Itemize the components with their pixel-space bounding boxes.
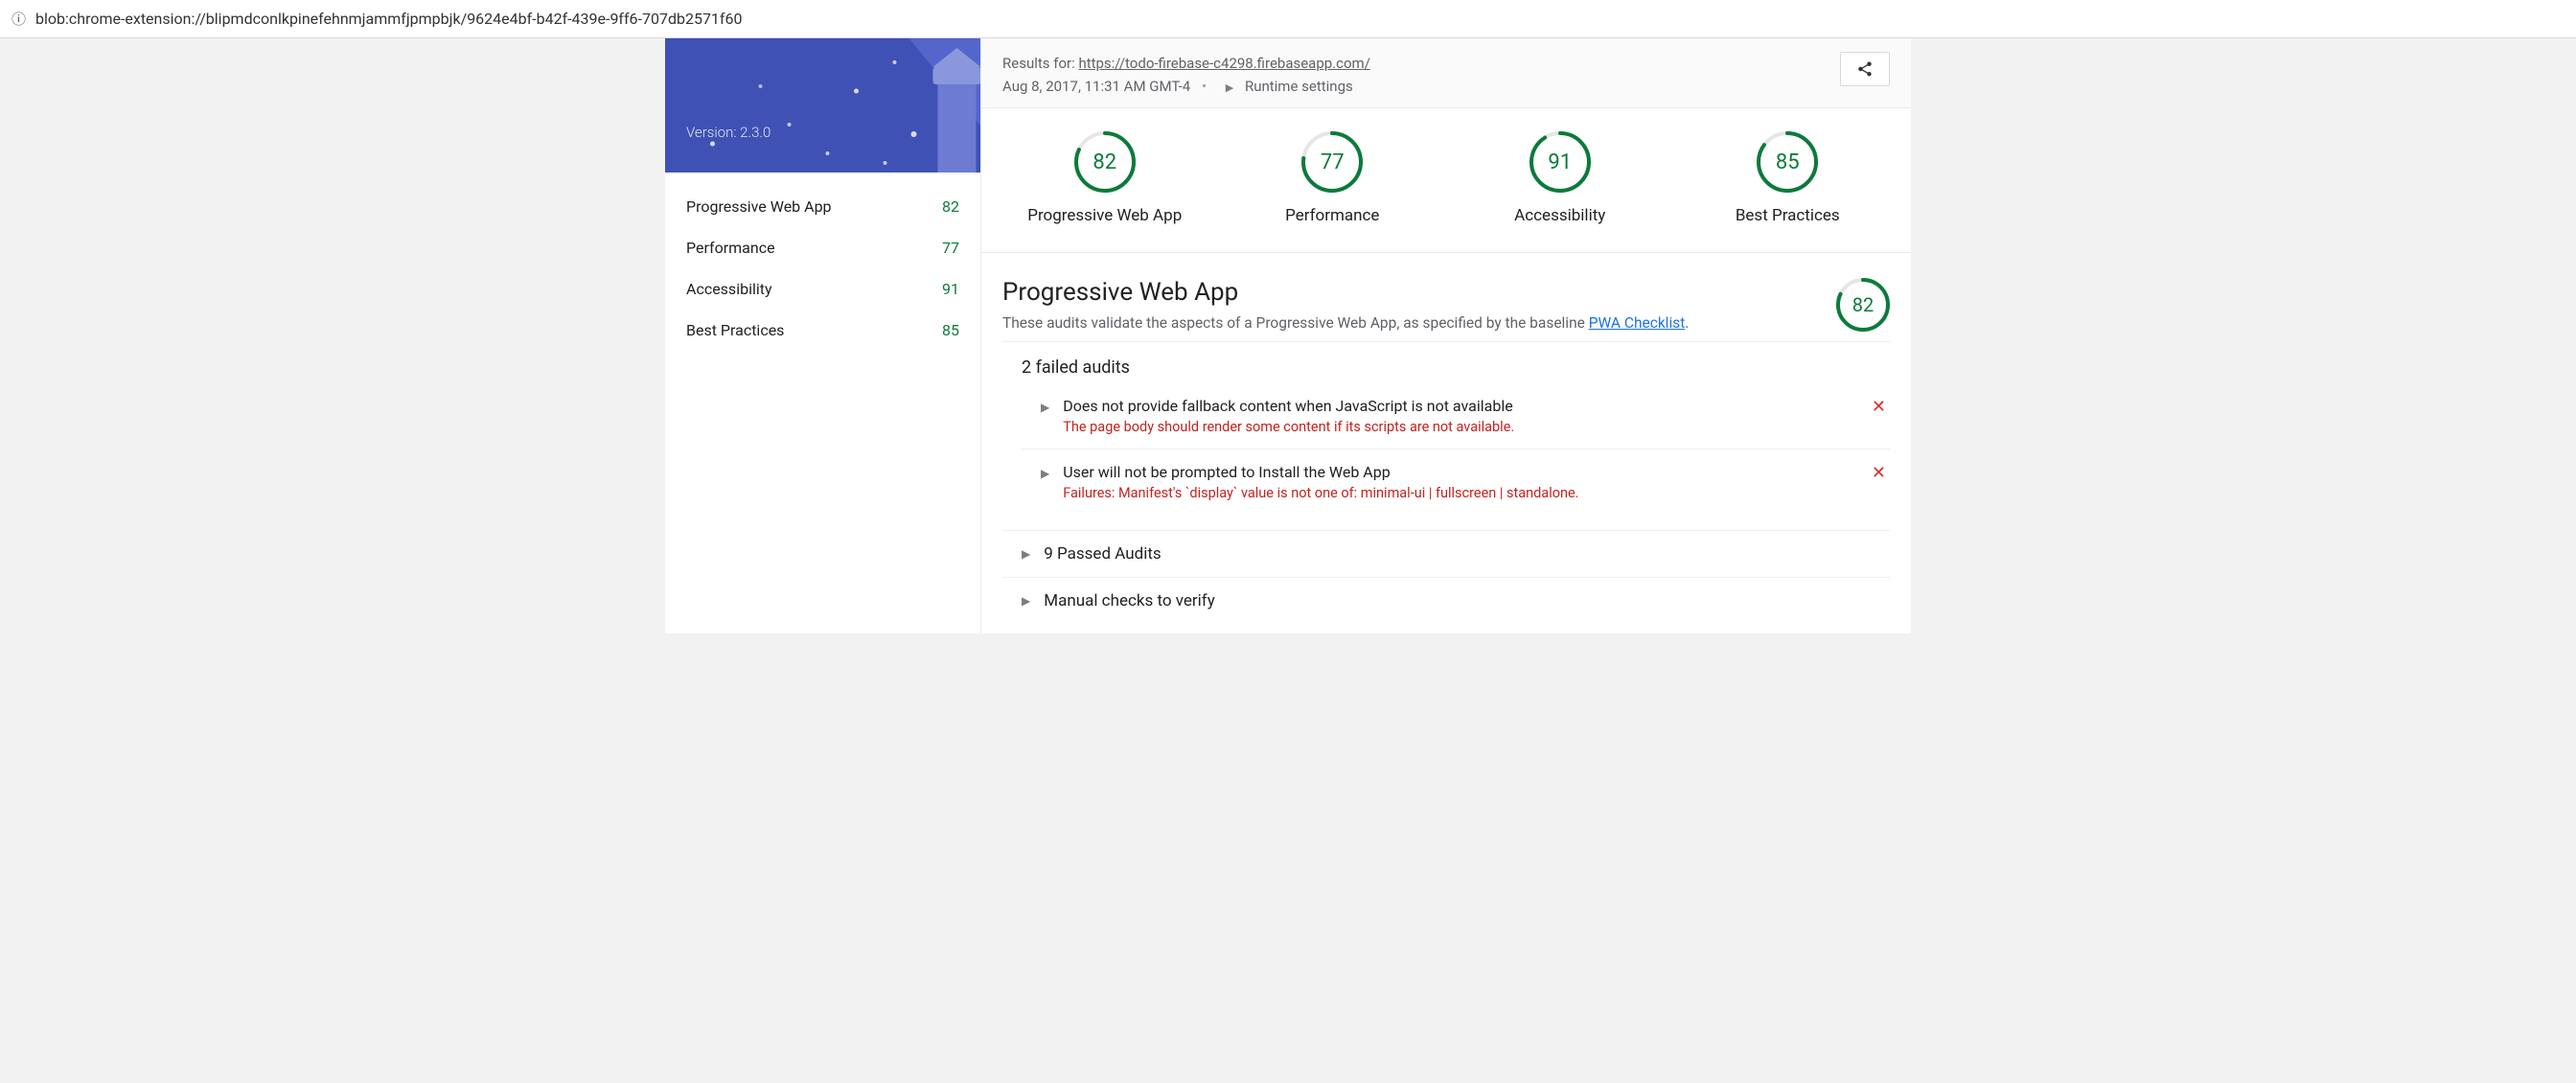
share-icon [1856,60,1874,78]
manual-checks-label: Manual checks to verify [1044,591,1215,611]
category-header: Progressive Web App These audits validat… [1002,278,1890,341]
gauge-ring: 82 [1074,131,1136,193]
score-gauge[interactable]: 82 Progressive Web App [1019,131,1191,225]
sidebar-item-score: 85 [942,321,959,339]
fail-icon: ✕ [1872,397,1886,417]
report-stage: Lighthouse Version: 2.3.0 Progressive We… [0,38,2576,634]
audit-title: Does not provide fallback content when J… [1063,397,1890,415]
category-score-ring: 82 [1836,278,1890,332]
browser-url-bar[interactable]: ⓘ blob:chrome-extension://blipmdconlkpin… [0,0,2576,38]
passed-audits-label: 9 Passed Audits [1044,544,1161,564]
failed-audits-header: 2 failed audits [1022,357,1890,378]
brand-title: Lighthouse [686,84,961,118]
sidebar: Lighthouse Version: 2.3.0 Progressive We… [665,38,981,634]
audit-title: User will not be prompted to Install the… [1063,463,1890,481]
pwa-checklist-link[interactable]: PWA Checklist [1589,314,1686,332]
category-score: 82 [1836,278,1890,332]
share-button[interactable] [1840,52,1890,86]
result-datetime: Aug 8, 2017, 11:31 AM GMT-4 [1002,78,1190,95]
brand-version: Version: 2.3.0 [686,124,961,141]
chevron-right-icon: ▶ [1022,594,1030,608]
gauge-label: Best Practices [1736,206,1840,225]
audit-desc: The page body should render some content… [1063,419,1890,435]
score-gauge[interactable]: 77 Performance [1246,131,1418,225]
gauge-ring: 85 [1757,131,1818,193]
chevron-right-icon: ▶ [1041,467,1049,480]
main-content: Results for: https://todo-firebase-c4298… [981,38,1911,634]
passed-audits-toggle[interactable]: ▶ 9 Passed Audits [1002,530,1890,577]
score-gauges: 82 Progressive Web App 77 Performance 91… [981,108,1911,253]
sidebar-item-label: Performance [686,239,775,257]
failed-audit-list: ▶ Does not provide fallback content when… [1022,378,1890,515]
category-pwa: Progressive Web App These audits validat… [981,253,1911,634]
sidebar-item-performance[interactable]: Performance 77 [665,227,980,268]
brand-header: Lighthouse Version: 2.3.0 [665,38,980,173]
sidebar-item-label: Best Practices [686,321,784,339]
sidebar-item-score: 82 [942,197,959,216]
gauge-ring: 91 [1530,131,1591,193]
chevron-right-icon: ▶ [1041,401,1049,414]
gauge-score: 85 [1757,131,1818,193]
gauge-score: 91 [1530,131,1591,193]
manual-checks-toggle[interactable]: ▶ Manual checks to verify [1002,577,1890,624]
results-topbar: Results for: https://todo-firebase-c4298… [981,38,1911,108]
results-label: Results for: [1002,55,1078,72]
score-gauge[interactable]: 85 Best Practices [1701,131,1874,225]
gauge-ring: 77 [1301,131,1363,193]
sidebar-nav: Progressive Web App 82 Performance 77 Ac… [665,173,980,364]
sidebar-item-label: Progressive Web App [686,197,832,216]
audit-desc: Failures: Manifest's `display` value is … [1063,485,1890,501]
audit-item[interactable]: ▶ Does not provide fallback content when… [1022,383,1890,449]
sidebar-item-pwa[interactable]: Progressive Web App 82 [665,186,980,227]
sidebar-item-accessibility[interactable]: Accessibility 91 [665,268,980,310]
url-text: blob:chrome-extension://blipmdconlkpinef… [35,10,742,28]
runtime-settings-label[interactable]: Runtime settings [1245,78,1353,95]
audit-item[interactable]: ▶ User will not be prompted to Install t… [1022,449,1890,515]
category-desc-pre: These audits validate the aspects of a P… [1002,314,1589,332]
result-url-link[interactable]: https://todo-firebase-c4298.firebaseapp.… [1078,55,1369,72]
gauge-score: 77 [1301,131,1363,193]
gauge-label: Progressive Web App [1027,206,1182,225]
score-gauge[interactable]: 91 Accessibility [1474,131,1646,225]
gauge-score: 82 [1074,131,1136,193]
fail-icon: ✕ [1872,463,1886,483]
failed-audits-section: 2 failed audits ▶ Does not provide fallb… [1002,341,1890,530]
lighthouse-report: Lighthouse Version: 2.3.0 Progressive We… [665,38,1911,634]
category-title: Progressive Web App [1002,278,1689,307]
info-icon: ⓘ [12,9,26,29]
chevron-right-icon: ▶ [1022,547,1030,561]
gauge-label: Accessibility [1514,206,1605,225]
dot-separator: • [1202,78,1207,95]
chevron-right-icon[interactable]: ▶ [1226,80,1233,97]
gauge-label: Performance [1285,206,1379,225]
sidebar-item-score: 77 [942,239,959,257]
category-description: These audits validate the aspects of a P… [1002,312,1689,334]
category-desc-post: . [1685,314,1689,332]
sidebar-item-score: 91 [942,280,959,298]
topbar-left: Results for: https://todo-firebase-c4298… [1002,52,1370,98]
sidebar-item-label: Accessibility [686,280,772,298]
sidebar-item-best-practices[interactable]: Best Practices 85 [665,310,980,351]
